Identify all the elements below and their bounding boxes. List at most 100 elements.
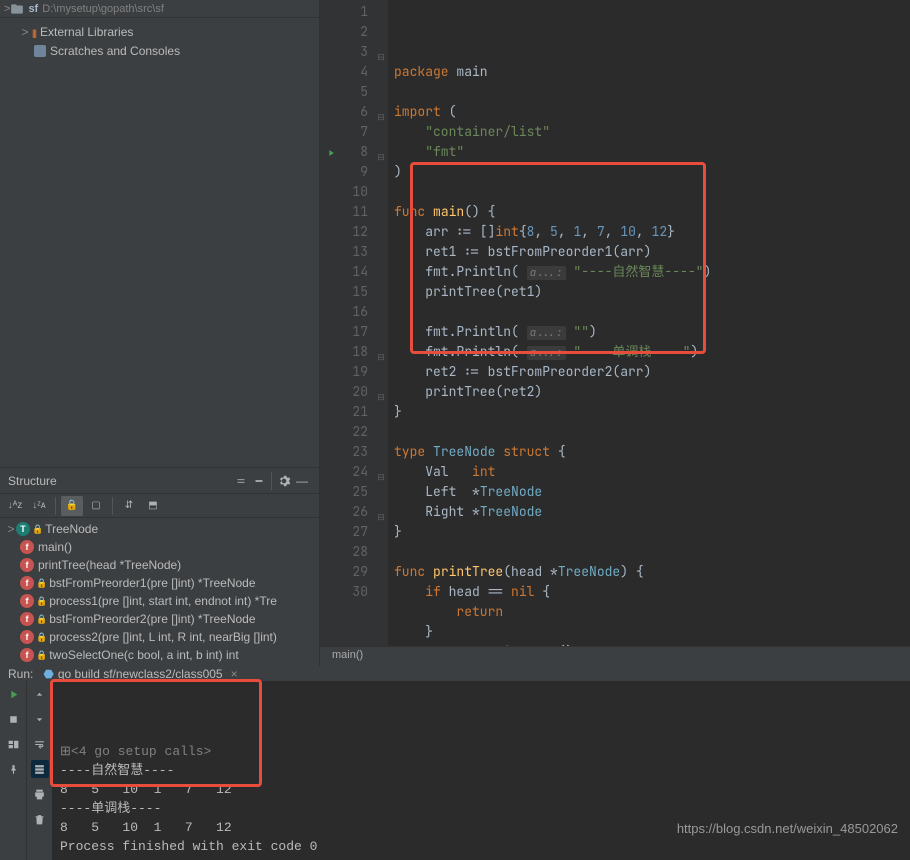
link-icon[interactable]: ⇵ [118, 496, 140, 516]
editor-breadcrumb[interactable]: main() [320, 646, 910, 666]
chevron-right-icon[interactable]: > [6, 522, 16, 536]
fold-icon[interactable]: ⊟ [376, 507, 386, 517]
code-line[interactable]: } [394, 522, 910, 542]
lock-icon: 🔒 [36, 596, 47, 607]
code-line[interactable] [394, 422, 910, 442]
code-line[interactable]: type TreeNode struct { [394, 442, 910, 462]
run-gutter-icon[interactable] [326, 144, 336, 164]
up-icon[interactable] [31, 685, 49, 703]
code-line[interactable]: printTree(ret1) [394, 282, 910, 302]
expand-all-icon[interactable] [232, 472, 250, 490]
hide-icon[interactable]: — [293, 472, 311, 490]
console-output[interactable]: ⊞<4 go setup calls>----自然智慧----8 5 10 1 … [52, 681, 910, 860]
struct-item[interactable]: f 🔒 twoSelectOne(c bool, a int, b int) i… [0, 646, 319, 664]
expand-tree-icon[interactable]: ⬒ [142, 496, 164, 516]
sort-za-icon[interactable]: ↓ᶻᴀ [28, 496, 50, 516]
layout-icon[interactable] [4, 735, 22, 753]
code-line[interactable]: fmt.Println( a...: "----单调栈----") [394, 342, 910, 362]
setup-calls[interactable]: ⊞<4 go setup calls> [60, 742, 902, 761]
func-badge-icon: f [20, 576, 34, 590]
structure-header: Structure — [0, 467, 319, 494]
code-line[interactable]: arr := []int{8, 5, 1, 7, 10, 12} [394, 222, 910, 242]
lock-icon: 🔒 [36, 614, 47, 625]
func-badge-icon: f [20, 612, 34, 626]
code-line[interactable] [394, 82, 910, 102]
code-line[interactable]: ret2 := bstFromPreorder2(arr) [394, 362, 910, 382]
struct-item[interactable]: f printTree(head *TreeNode) [0, 556, 319, 574]
fold-icon[interactable]: ⊟ [376, 47, 386, 57]
code-line[interactable]: printTree(ret2) [394, 382, 910, 402]
code-line[interactable] [394, 182, 910, 202]
lock-icon[interactable]: 🔒 [61, 496, 83, 516]
struct-item[interactable]: f 🔒 bstFromPreorder1(pre []int) *TreeNod… [0, 574, 319, 592]
code-line[interactable]: ret1 := bstFromPreorder1(arr) [394, 242, 910, 262]
struct-item[interactable]: f 🔒 process1(pre []int, start int, endno… [0, 592, 319, 610]
code-line[interactable]: } [394, 622, 910, 642]
struct-item[interactable]: > T 🔒 TreeNode [0, 520, 319, 538]
project-breadcrumb[interactable]: > sf D:\mysetup\gopath\src\sf [0, 0, 319, 18]
collapse-all-icon[interactable] [250, 472, 268, 490]
code-line[interactable]: Val int [394, 462, 910, 482]
expand-icon[interactable]: ⊞ [60, 744, 71, 759]
breadcrumb-path: D:\mysetup\gopath\src\sf [42, 3, 164, 15]
console-line: ----自然智慧---- [60, 761, 902, 780]
close-icon[interactable]: × [231, 667, 238, 681]
code-editor[interactable]: 1234567891011121314151617181920212223242… [320, 0, 910, 646]
code-line[interactable]: queue := list.New() [394, 642, 910, 646]
fold-icon[interactable]: ⊟ [376, 147, 386, 157]
project-tree[interactable]: > External Libraries Scratches and Conso… [0, 18, 319, 78]
fold-icon[interactable]: ⊟ [376, 467, 386, 477]
type-badge-icon: T [16, 522, 30, 536]
code-line[interactable]: fmt.Println( a...: "") [394, 322, 910, 342]
tree-row-scratches[interactable]: Scratches and Consoles [0, 41, 319, 60]
run-toolbar-left [0, 681, 26, 860]
print-icon[interactable] [31, 785, 49, 803]
tree-row-ext-libs[interactable]: > External Libraries [0, 22, 319, 41]
sort-az-icon[interactable]: ↓ᴬᴢ [4, 496, 26, 516]
code-line[interactable]: return [394, 602, 910, 622]
run-title: Run: [8, 667, 33, 681]
func-badge-icon: f [20, 648, 34, 662]
console-line: 8 5 10 1 7 12 [60, 780, 902, 799]
code-line[interactable]: func main() { [394, 202, 910, 222]
code-line[interactable]: "fmt" [394, 142, 910, 162]
code-line[interactable]: fmt.Println( a...: "----自然智慧----") [394, 262, 910, 282]
stop-icon[interactable] [4, 710, 22, 728]
code-line[interactable]: Left *TreeNode [394, 482, 910, 502]
code-line[interactable]: "container/list" [394, 122, 910, 142]
pin-icon[interactable] [4, 760, 22, 778]
code-line[interactable]: ) [394, 162, 910, 182]
folder-toggle-icon[interactable]: ▢ [85, 496, 107, 516]
play-icon[interactable] [4, 685, 22, 703]
structure-tree[interactable]: > T 🔒 TreeNode f main() f printTree(head… [0, 518, 319, 666]
settings-icon[interactable] [275, 472, 293, 490]
chevron-right-icon[interactable]: > [20, 25, 30, 39]
func-badge-icon: f [20, 630, 34, 644]
code-line[interactable]: Right *TreeNode [394, 502, 910, 522]
code-line[interactable] [394, 302, 910, 322]
trash-icon[interactable] [31, 810, 49, 828]
code-line[interactable]: package main [394, 62, 910, 82]
soft-wrap-icon[interactable] [31, 735, 49, 753]
struct-item[interactable]: f 🔒 bstFromPreorder2(pre []int) *TreeNod… [0, 610, 319, 628]
fold-icon[interactable]: ⊟ [376, 347, 386, 357]
fold-icon[interactable]: ⊟ [376, 387, 386, 397]
code-line[interactable]: if head == nil { [394, 582, 910, 602]
code-line[interactable]: } [394, 402, 910, 422]
code-line[interactable]: func printTree(head *TreeNode) { [394, 562, 910, 582]
structure-title: Structure [8, 474, 232, 488]
ext-libs-label: External Libraries [40, 25, 133, 39]
code-line[interactable] [394, 542, 910, 562]
code-line[interactable]: import ( [394, 102, 910, 122]
scroll-lock-icon[interactable] [31, 760, 49, 778]
lock-icon: 🔒 [32, 524, 43, 535]
struct-item[interactable]: f main() [0, 538, 319, 556]
run-panel: Run: ⬣ go build sf/newclass2/class005 × [0, 666, 910, 840]
library-icon [30, 25, 40, 39]
run-tab[interactable]: ⬣ go build sf/newclass2/class005 × [43, 667, 237, 681]
lock-icon: 🔒 [36, 650, 47, 661]
down-icon[interactable] [31, 710, 49, 728]
fold-icon[interactable]: ⊟ [376, 107, 386, 117]
struct-item[interactable]: f 🔒 process2(pre []int, L int, R int, ne… [0, 628, 319, 646]
run-header: Run: ⬣ go build sf/newclass2/class005 × [0, 667, 910, 681]
